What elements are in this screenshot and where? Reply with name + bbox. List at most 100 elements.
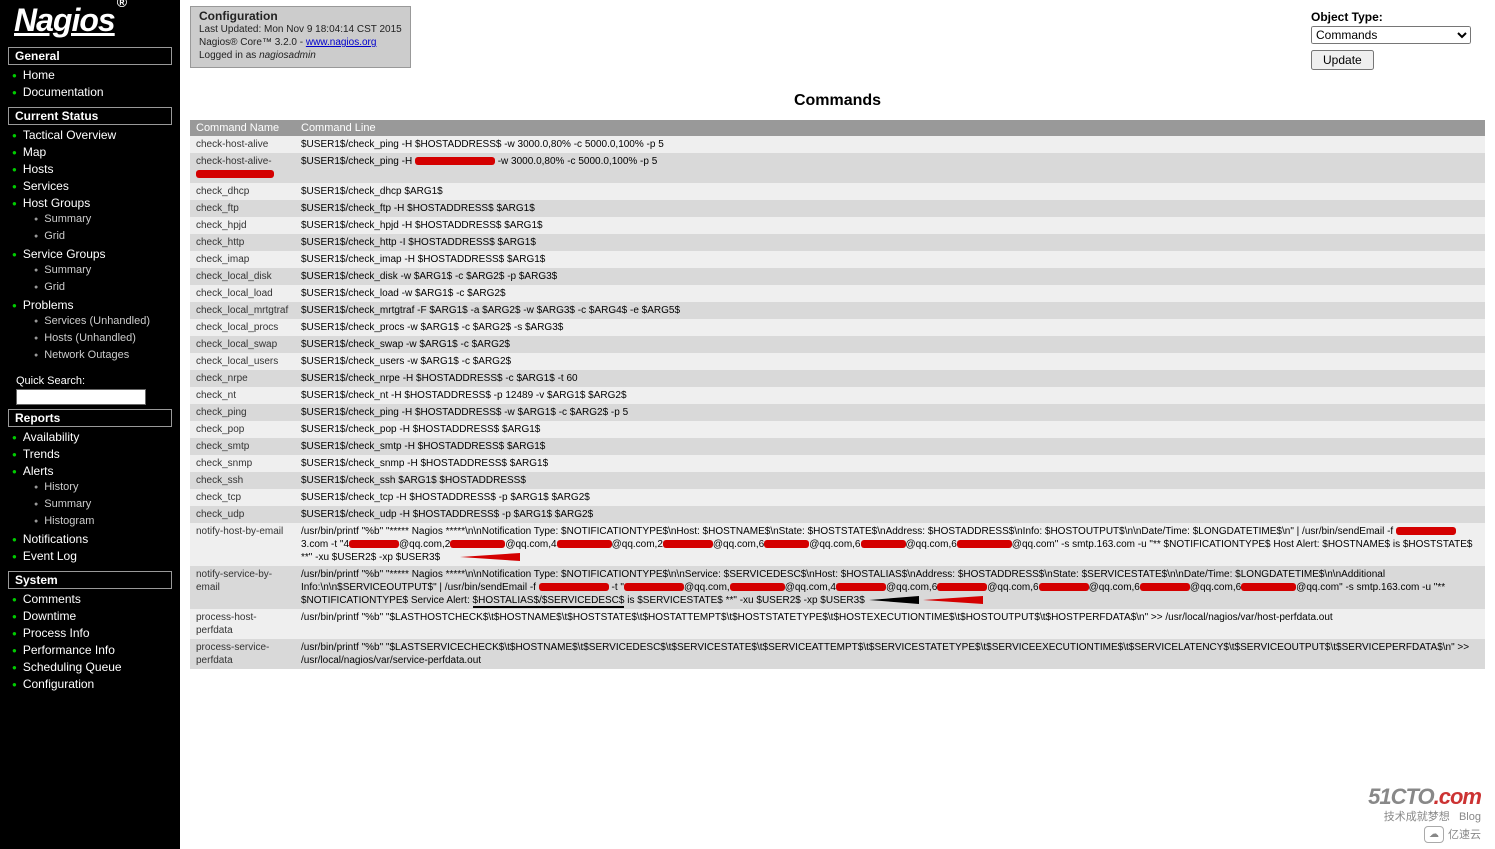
nav-sublink[interactable]: Summary <box>44 264 91 276</box>
nav-link[interactable]: Downtime <box>23 609 76 623</box>
info-logged-in: Logged in as nagiosadmin <box>199 49 402 62</box>
nav-link[interactable]: Comments <box>23 592 81 606</box>
sidebar: Nagios® GeneralHomeDocumentationCurrent … <box>0 0 180 849</box>
nav-sublink[interactable]: History <box>44 481 78 493</box>
nav-link[interactable]: Event Log <box>23 549 77 563</box>
table-row: check_nrpe$USER1$/check_nrpe -H $HOSTADD… <box>190 370 1485 387</box>
table-row: check_ftp$USER1$/check_ftp -H $HOSTADDRE… <box>190 200 1485 217</box>
nav-link[interactable]: Process Info <box>23 626 90 640</box>
command-name: process-service-perfdata <box>190 639 295 669</box>
command-name: check_hpjd <box>190 217 295 234</box>
table-row: check_local_procs$USER1$/check_procs -w … <box>190 319 1485 336</box>
command-line: $USER1$/check_dhcp $ARG1$ <box>295 183 1485 200</box>
command-name: check_ftp <box>190 200 295 217</box>
nav-link[interactable]: Configuration <box>23 677 94 691</box>
command-name: process-host-perfdata <box>190 609 295 639</box>
cloud-icon: ☁ <box>1424 826 1444 843</box>
command-name: check_dhcp <box>190 183 295 200</box>
command-line: $USER1$/check_hpjd -H $HOSTADDRESS$ $ARG… <box>295 217 1485 234</box>
table-row: process-host-perfdata/usr/bin/printf "%b… <box>190 609 1485 639</box>
nav-link[interactable]: Services <box>23 179 69 193</box>
nav-link[interactable]: Hosts <box>23 162 54 176</box>
nav-section-header: Current Status <box>8 107 172 125</box>
nav-sublink[interactable]: Network Outages <box>44 349 129 361</box>
commands-table: Command Name Command Line check-host-ali… <box>190 120 1485 669</box>
command-line: $USER1$/check_mrtgtraf -F $ARG1$ -a $ARG… <box>295 302 1485 319</box>
command-line: $USER1$/check_smtp -H $HOSTADDRESS$ $ARG… <box>295 438 1485 455</box>
nav-link[interactable]: Availability <box>23 430 79 444</box>
table-row: notify-host-by-email/usr/bin/printf "%b"… <box>190 523 1485 566</box>
command-name: check-host-alive <box>190 136 295 153</box>
command-name: check_imap <box>190 251 295 268</box>
command-name: check_ssh <box>190 472 295 489</box>
command-line: $USER1$/check_udp -H $HOSTADDRESS$ -p $A… <box>295 506 1485 523</box>
nav-link[interactable]: Performance Info <box>23 643 115 657</box>
info-title: Configuration <box>199 10 402 23</box>
command-line: $USER1$/check_ping -H $HOSTADDRESS$ -w $… <box>295 404 1485 421</box>
command-name: check_local_users <box>190 353 295 370</box>
nav-link[interactable]: Map <box>23 145 46 159</box>
command-line: $USER1$/check_swap -w $ARG1$ -c $ARG2$ <box>295 336 1485 353</box>
update-button[interactable] <box>1311 50 1374 70</box>
command-name: check_local_load <box>190 285 295 302</box>
quick-search-input[interactable] <box>16 389 146 405</box>
nav-link[interactable]: Documentation <box>23 85 104 99</box>
object-type-select[interactable]: Commands <box>1311 26 1471 44</box>
command-line: $USER1$/check_ftp -H $HOSTADDRESS$ $ARG1… <box>295 200 1485 217</box>
table-row: check_http$USER1$/check_http -I $HOSTADD… <box>190 234 1485 251</box>
table-row: check_snmp$USER1$/check_snmp -H $HOSTADD… <box>190 455 1485 472</box>
table-row: check-host-alive$USER1$/check_ping -H $H… <box>190 136 1485 153</box>
col-command-name: Command Name <box>190 120 295 136</box>
nav-link[interactable]: Tactical Overview <box>23 128 116 142</box>
watermark: 51CTO.com 技术成就梦想 Blog ☁亿速云 <box>1368 784 1481 843</box>
command-line: $USER1$/check_ping -H $HOSTADDRESS$ -w 3… <box>295 136 1485 153</box>
command-name: check-host-alive- <box>190 153 295 183</box>
table-row: check_pop$USER1$/check_pop -H $HOSTADDRE… <box>190 421 1485 438</box>
col-command-line: Command Line <box>295 120 1485 136</box>
command-name: check_tcp <box>190 489 295 506</box>
nav-sublink[interactable]: Hosts (Unhandled) <box>44 332 136 344</box>
nav-link[interactable]: Home <box>23 68 55 82</box>
command-name: check_local_swap <box>190 336 295 353</box>
table-row: check_hpjd$USER1$/check_hpjd -H $HOSTADD… <box>190 217 1485 234</box>
command-line: $USER1$/check_procs -w $ARG1$ -c $ARG2$ … <box>295 319 1485 336</box>
nav-sublink[interactable]: Grid <box>44 281 65 293</box>
nav-sublink[interactable]: Summary <box>44 213 91 225</box>
command-name: check_http <box>190 234 295 251</box>
nav-sublink[interactable]: Histogram <box>44 515 94 527</box>
command-name: check_udp <box>190 506 295 523</box>
table-row: check_tcp$USER1$/check_tcp -H $HOSTADDRE… <box>190 489 1485 506</box>
command-line: $USER1$/check_http -I $HOSTADDRESS$ $ARG… <box>295 234 1485 251</box>
command-line: $USER1$/check_tcp -H $HOSTADDRESS$ -p $A… <box>295 489 1485 506</box>
table-row: process-service-perfdata/usr/bin/printf … <box>190 639 1485 669</box>
table-row: check_smtp$USER1$/check_smtp -H $HOSTADD… <box>190 438 1485 455</box>
command-line: $USER1$/check_ping -H -w 3000.0,80% -c 5… <box>295 153 1485 183</box>
nav-link[interactable]: Trends <box>23 447 60 461</box>
command-name: check_snmp <box>190 455 295 472</box>
main-content: Configuration Last Updated: Mon Nov 9 18… <box>180 0 1495 849</box>
info-version: Nagios® Core™ 3.2.0 - www.nagios.org <box>199 36 402 49</box>
nav-sublink[interactable]: Summary <box>44 498 91 510</box>
nav-link[interactable]: Notifications <box>23 532 88 546</box>
info-box: Configuration Last Updated: Mon Nov 9 18… <box>190 6 411 68</box>
table-row: check_local_mrtgtraf$USER1$/check_mrtgtr… <box>190 302 1485 319</box>
table-row: check_local_swap$USER1$/check_swap -w $A… <box>190 336 1485 353</box>
command-line: /usr/bin/printf "%b" "$LASTSERVICECHECK$… <box>295 639 1485 669</box>
table-row: check_imap$USER1$/check_imap -H $HOSTADD… <box>190 251 1485 268</box>
command-line: $USER1$/check_imap -H $HOSTADDRESS$ $ARG… <box>295 251 1485 268</box>
nav-sublink[interactable]: Grid <box>44 230 65 242</box>
nagios-link[interactable]: www.nagios.org <box>306 37 377 48</box>
table-row: notify-service-by-email/usr/bin/printf "… <box>190 566 1485 609</box>
table-row: check_ping$USER1$/check_ping -H $HOSTADD… <box>190 404 1485 421</box>
table-row: check_local_load$USER1$/check_load -w $A… <box>190 285 1485 302</box>
nav-link[interactable]: Alerts <box>23 464 54 478</box>
nav-link[interactable]: Host Groups <box>23 196 90 210</box>
nav-link[interactable]: Scheduling Queue <box>23 660 122 674</box>
table-row: check_nt$USER1$/check_nt -H $HOSTADDRESS… <box>190 387 1485 404</box>
nav-link[interactable]: Service Groups <box>23 247 106 261</box>
command-name: check_smtp <box>190 438 295 455</box>
object-type-label: Object Type: <box>1311 10 1471 24</box>
command-name: check_ping <box>190 404 295 421</box>
nav-link[interactable]: Problems <box>23 298 74 312</box>
nav-sublink[interactable]: Services (Unhandled) <box>44 315 150 327</box>
